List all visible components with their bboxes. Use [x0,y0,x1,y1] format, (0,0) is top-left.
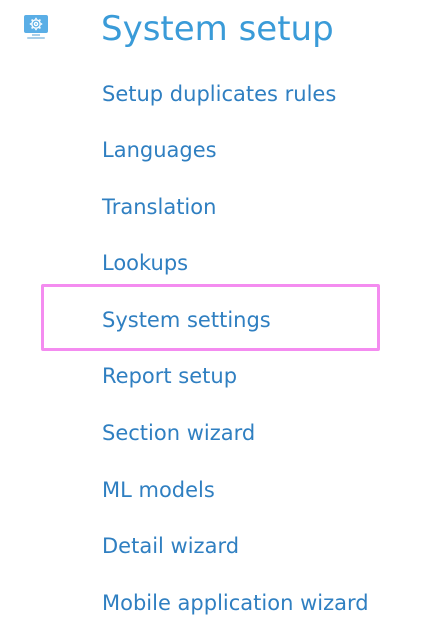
menu-item-ml-models[interactable]: ML models [102,476,215,504]
menu-item-setup-duplicates-rules[interactable]: Setup duplicates rules [102,80,336,108]
section-title: System setup [101,9,334,49]
menu-item-report-setup[interactable]: Report setup [102,362,237,390]
menu-item-section-wizard[interactable]: Section wizard [102,419,255,447]
gear-monitor-icon [23,14,49,40]
menu-item-lookups[interactable]: Lookups [102,249,188,277]
menu-item-translation[interactable]: Translation [102,193,216,221]
menu-item-languages[interactable]: Languages [102,136,217,164]
menu-item-system-settings[interactable]: System settings [102,306,271,334]
menu-item-detail-wizard[interactable]: Detail wizard [102,532,239,560]
